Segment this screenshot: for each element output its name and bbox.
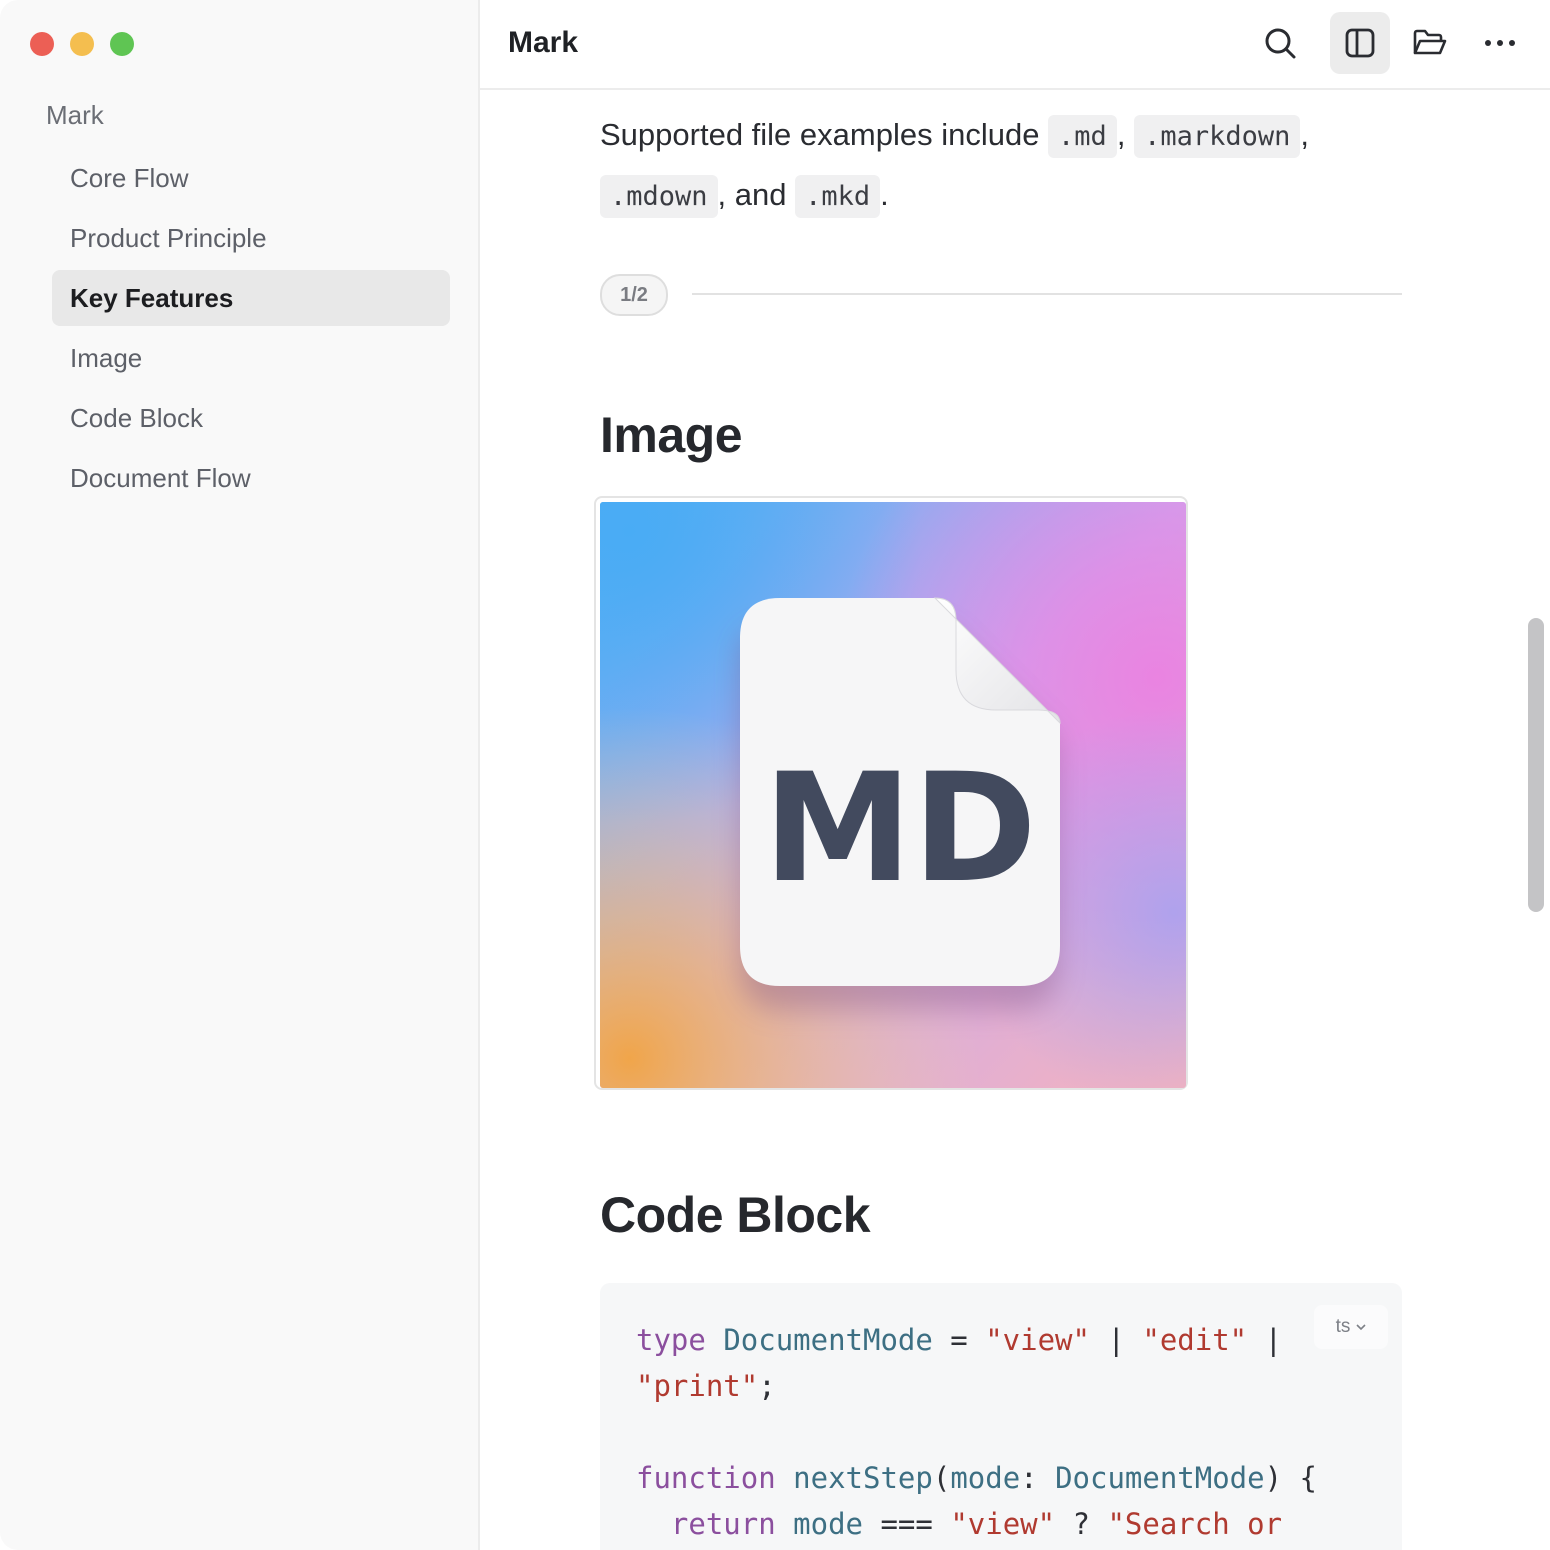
code-token: "edit" — [1142, 1323, 1248, 1357]
supported-files-paragraph: Supported file examples include .md, .ma… — [600, 106, 1402, 226]
app-window: Mark Core Flow Product Principle Key Fea… — [0, 0, 1550, 1550]
code-token: "view" — [985, 1323, 1090, 1357]
code-token: "print" — [636, 1369, 759, 1403]
separator: , and — [717, 177, 796, 212]
outline-item-key-features[interactable]: Key Features — [52, 270, 450, 326]
inline-code-markdown: .markdown — [1134, 115, 1301, 158]
outline-item-product-principle[interactable]: Product Principle — [52, 210, 450, 266]
more-button[interactable] — [1470, 12, 1530, 74]
image-frame[interactable]: MD — [594, 496, 1188, 1090]
markdown-file-image: MD — [600, 502, 1186, 1088]
code-token: type — [636, 1323, 706, 1357]
code-token: "view" — [950, 1507, 1056, 1541]
window-controls — [30, 32, 134, 56]
outline-item-core-flow[interactable]: Core Flow — [52, 150, 450, 206]
code-token: | — [1247, 1323, 1283, 1357]
outline-list: Core Flow Product Principle Key Features… — [52, 150, 450, 510]
code-token: DocumentMode — [723, 1323, 933, 1357]
zoom-window-button[interactable] — [110, 32, 134, 56]
heading-code-block: Code Block — [600, 1187, 871, 1243]
heading-image: Image — [600, 407, 743, 463]
chevron-down-icon — [1356, 1324, 1366, 1331]
language-label: ts — [1335, 1316, 1351, 1337]
code-token: mode — [950, 1461, 1021, 1495]
document-title: Mark — [508, 26, 579, 59]
inline-code-mkd: .mkd — [795, 175, 881, 218]
code-token: nextStep — [793, 1461, 933, 1495]
more-icon — [1485, 40, 1515, 46]
vertical-scrollbar[interactable] — [1528, 618, 1544, 912]
code-token: DocumentMode — [1055, 1461, 1265, 1495]
sidebar: Mark Core Flow Product Principle Key Fea… — [0, 0, 480, 1550]
code-token: | — [1089, 1323, 1143, 1357]
code-token: : — [1020, 1461, 1056, 1495]
separator: , — [1116, 117, 1135, 152]
code-token: ? — [1055, 1507, 1108, 1541]
close-window-button[interactable] — [30, 32, 54, 56]
code-token: = — [932, 1323, 986, 1357]
language-selector[interactable]: ts — [1314, 1305, 1388, 1349]
code-token: === — [863, 1507, 951, 1541]
sidebar-toggle-icon — [1345, 28, 1375, 58]
code-token: "Search or — [1107, 1507, 1283, 1541]
code-content[interactable]: type DocumentMode = "view" | "edit" | "p… — [636, 1317, 1317, 1547]
outline-root[interactable]: Mark — [46, 100, 104, 131]
paragraph-text: Supported file examples include — [600, 117, 1049, 152]
open-folder-button[interactable] — [1400, 12, 1460, 74]
outline-item-code-block[interactable]: Code Block — [52, 390, 450, 446]
code-token: ( — [932, 1461, 951, 1495]
outline-item-document-flow[interactable]: Document Flow — [52, 450, 450, 506]
outline-item-image[interactable]: Image — [52, 330, 450, 386]
page-badge: 1/2 — [600, 274, 668, 316]
code-token: ) { — [1264, 1461, 1317, 1495]
search-button[interactable] — [1250, 12, 1310, 74]
separator: , — [1300, 117, 1309, 152]
toolbar: Mark — [480, 0, 1550, 90]
minimize-window-button[interactable] — [70, 32, 94, 56]
toggle-sidebar-button[interactable] — [1330, 12, 1390, 74]
folder-open-icon — [1413, 29, 1447, 55]
page-divider — [692, 293, 1402, 295]
md-file-illustration: MD — [600, 502, 1186, 1088]
code-token: ; — [758, 1369, 776, 1403]
inline-code-mdown: .mdown — [600, 175, 718, 218]
md-label: MD — [763, 742, 1037, 916]
paragraph-end: . — [880, 177, 889, 212]
code-token: return — [670, 1507, 776, 1541]
inline-code-md: .md — [1048, 115, 1117, 158]
search-icon — [1265, 28, 1296, 59]
code-token: mode — [793, 1507, 863, 1541]
code-block: ts type DocumentMode = "view" | "edit" |… — [600, 1283, 1402, 1550]
code-token: function — [636, 1461, 776, 1495]
